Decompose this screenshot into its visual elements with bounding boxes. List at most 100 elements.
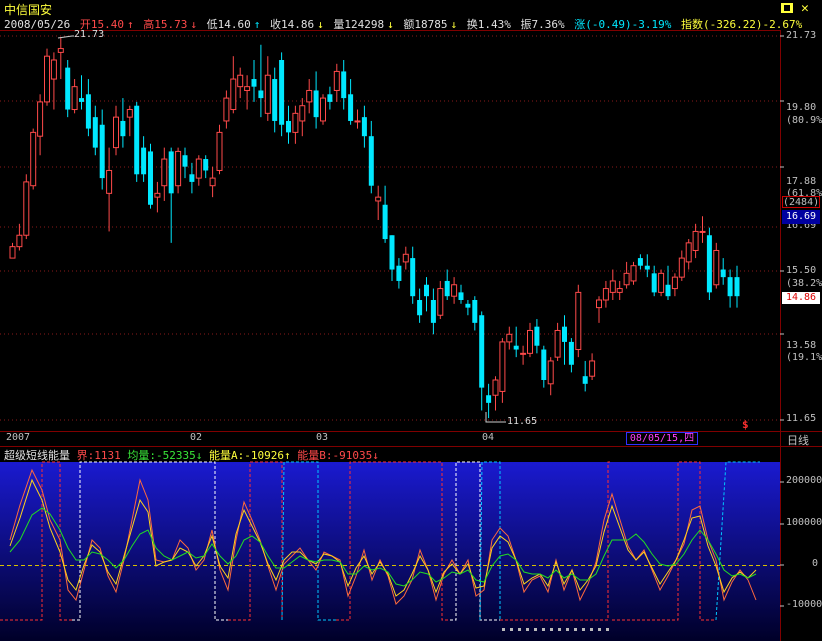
fib-label-1: (80.9%) <box>786 115 822 126</box>
candle-body <box>292 112 299 133</box>
candle-body <box>57 48 64 53</box>
candle-body <box>203 159 209 171</box>
candle-body <box>582 376 588 384</box>
candle-body <box>71 86 78 111</box>
candle-body <box>527 329 533 354</box>
candlestick-series <box>9 37 740 419</box>
candle-body <box>279 60 285 125</box>
candle-body <box>368 136 374 186</box>
candle-body <box>727 277 733 297</box>
candle-body <box>37 101 44 137</box>
candle-body <box>596 299 602 309</box>
candle-body <box>79 98 84 102</box>
candle-body <box>575 291 582 351</box>
candle-body <box>148 151 153 205</box>
candle-body <box>665 284 671 297</box>
candle-body <box>389 235 395 270</box>
candle-body <box>541 349 547 380</box>
candle-body <box>286 120 291 133</box>
price-label-4: 15.50 <box>786 265 817 276</box>
candle-body <box>671 276 678 290</box>
fib-label-3: (38.2%) <box>786 278 822 289</box>
candle-body <box>499 341 506 392</box>
candle-body <box>175 150 182 187</box>
candle-body <box>113 116 119 149</box>
candle-body <box>348 94 354 121</box>
candle-body <box>299 105 306 122</box>
candle-body <box>720 269 726 278</box>
candle-body <box>375 196 382 202</box>
candle-body <box>444 280 450 297</box>
candle-body <box>182 155 188 167</box>
candle-body <box>506 333 513 343</box>
date-label-03: 03 <box>316 432 329 443</box>
period-selector[interactable]: 日线 <box>787 432 809 448</box>
candle-body <box>424 284 429 297</box>
high-price-label: 21.73 <box>74 29 105 40</box>
candle-body <box>141 147 147 175</box>
fib-label-4: (19.1%) <box>786 352 822 363</box>
ind-axis-1: 200000 <box>786 475 822 486</box>
indicator-energy-b: 能量B:-91035 <box>297 449 373 462</box>
price-label-1: 21.73 <box>786 30 817 41</box>
candle-body <box>30 131 37 187</box>
candle-body <box>402 253 409 263</box>
candle-body <box>154 192 161 198</box>
candle-body <box>44 55 50 103</box>
candle-body <box>258 90 264 99</box>
candle-body <box>465 303 471 308</box>
cursor-date-box: 08/05/15,四 <box>626 432 698 445</box>
candle-body <box>264 74 271 114</box>
candle-body <box>554 329 561 358</box>
candle-body <box>126 109 133 118</box>
candle-body <box>534 326 540 346</box>
ind-axis-4: -100000 <box>786 599 822 610</box>
candle-body <box>513 345 519 350</box>
candle-body <box>195 158 202 179</box>
low-price-label: 11.65 <box>507 416 538 427</box>
candle-body <box>134 105 140 175</box>
candle-body <box>99 124 105 179</box>
candle-body <box>685 242 692 263</box>
indicator-average: 均量:-52335 <box>127 449 196 462</box>
candle-body <box>520 352 527 355</box>
indicator-panel-bg <box>0 462 780 641</box>
candle-body <box>120 120 126 137</box>
candle-body <box>479 315 485 388</box>
candle-body <box>223 97 230 122</box>
candle-body <box>320 97 326 122</box>
dollar-marker: $ <box>742 418 749 431</box>
candle-body <box>562 326 567 342</box>
candle-body <box>106 169 113 194</box>
candle-body <box>451 284 458 297</box>
date-label-04: 04 <box>482 432 495 443</box>
indicator-name[interactable]: 超级短线能量 <box>4 449 70 462</box>
candle-body <box>161 158 168 187</box>
candle-body <box>713 249 720 286</box>
indicator-header[interactable]: 超级短线能量 界:1131 均量:-52335↓ 能量A:-10926↑ 能量B… <box>4 447 379 463</box>
candle-body <box>382 204 388 240</box>
price-label-6: 11.65 <box>786 413 817 424</box>
candle-body <box>216 131 223 171</box>
price-label-5: 13.58 <box>786 340 817 351</box>
candle-body <box>699 230 706 233</box>
candle-body <box>244 86 251 91</box>
candle-body <box>333 70 340 91</box>
indicator-energy-a: 能量A:-10926 <box>208 449 284 462</box>
last-close-box: 14.86 <box>782 292 820 304</box>
date-label-02: 02 <box>190 432 203 443</box>
candle-body <box>313 90 319 118</box>
price-label-3: 17.88 <box>786 176 817 187</box>
candle-body <box>637 258 643 266</box>
candle-body <box>602 288 609 301</box>
candle-body <box>230 78 237 111</box>
price-grid <box>0 35 780 421</box>
candle-body <box>568 341 574 365</box>
candle-body <box>65 67 71 110</box>
chart-canvas[interactable] <box>0 0 822 641</box>
candle-body <box>16 234 23 248</box>
candle-body <box>168 151 174 194</box>
candle-body <box>678 257 685 278</box>
candle-body <box>341 71 347 99</box>
date-label-2007: 2007 <box>6 432 31 443</box>
